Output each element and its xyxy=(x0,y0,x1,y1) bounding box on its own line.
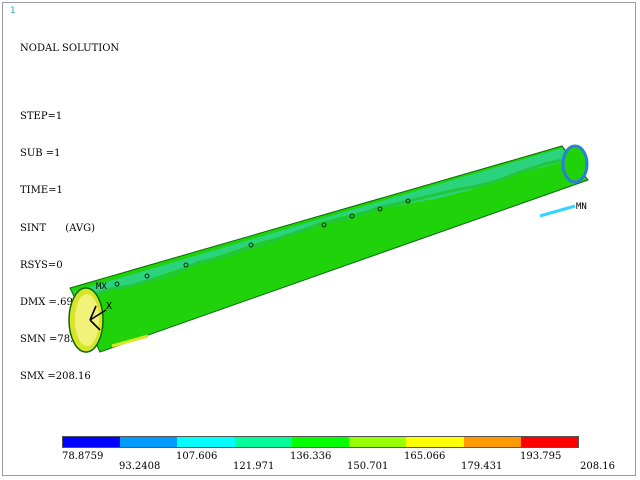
legend-swatch xyxy=(463,437,521,447)
legend-value: 78.8759 xyxy=(62,451,104,462)
legend-value: 93.2408 xyxy=(119,461,161,472)
legend-swatch xyxy=(177,437,235,447)
legend-value: 136.336 xyxy=(290,451,332,462)
pipe-left-bore xyxy=(75,294,99,346)
legend-value: 150.701 xyxy=(347,461,389,472)
legend-swatch xyxy=(406,437,464,447)
legend-value: 179.431 xyxy=(461,461,503,472)
pipe-right-end xyxy=(561,144,589,184)
legend-swatch xyxy=(520,437,578,447)
legend-value: 165.066 xyxy=(404,451,446,462)
pipe-bottom-edge-right xyxy=(539,204,576,218)
pipe-contour-plot[interactable]: X MX MN xyxy=(0,0,640,480)
contour-legend-bar xyxy=(62,436,579,448)
min-marker-label: MN xyxy=(576,202,587,212)
legend-swatch xyxy=(120,437,178,447)
legend-swatch xyxy=(63,437,121,447)
legend-value: 208.16 xyxy=(580,461,615,472)
legend-value: 193.795 xyxy=(520,451,562,462)
legend-swatch xyxy=(234,437,292,447)
legend-swatch xyxy=(349,437,407,447)
legend-value: 121.971 xyxy=(233,461,275,472)
max-marker-label: MX xyxy=(96,282,107,292)
legend-value: 107.606 xyxy=(176,451,218,462)
x-axis-label: X xyxy=(106,301,112,312)
legend-swatch xyxy=(291,437,350,447)
